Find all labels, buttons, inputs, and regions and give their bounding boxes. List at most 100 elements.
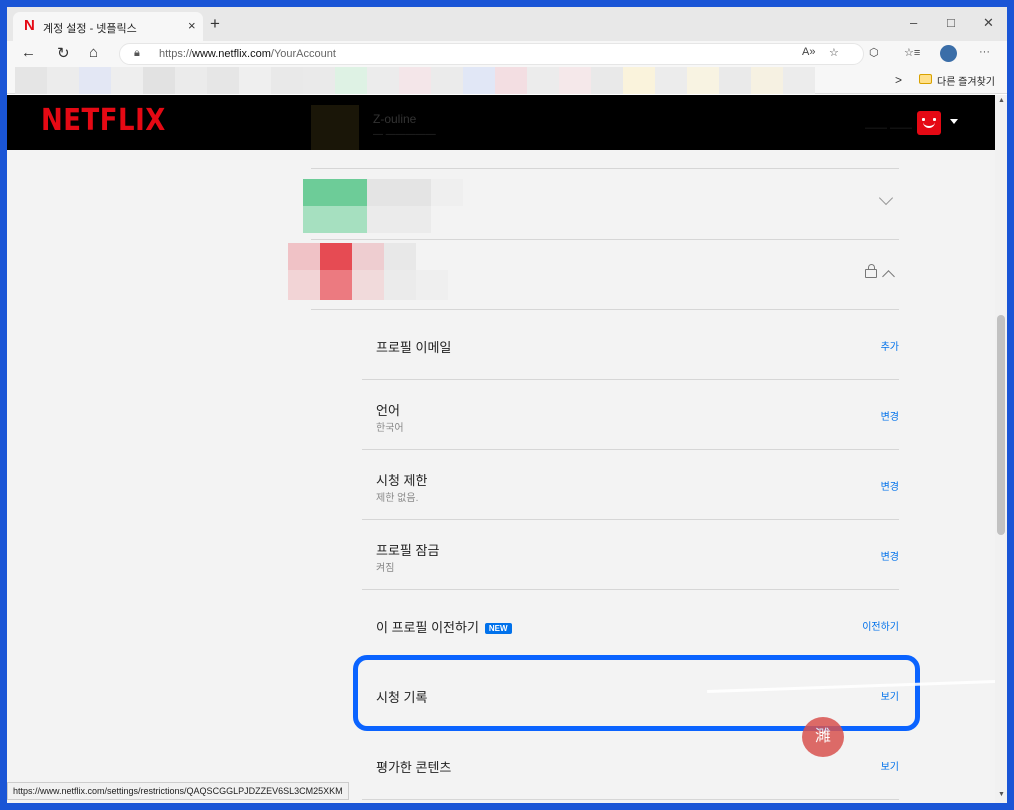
- blurred-profile-name: [416, 270, 448, 300]
- other-favorites-label[interactable]: 다른 즐겨찾기: [937, 73, 995, 88]
- lock-icon[interactable]: 🔒︎: [134, 47, 140, 60]
- bookmark-item[interactable]: [431, 67, 463, 94]
- bookmark-item[interactable]: [719, 67, 751, 94]
- url-path: /YourAccount: [270, 48, 336, 60]
- setting-title: 프로필 잠금: [376, 543, 440, 558]
- bookmark-item[interactable]: [655, 67, 687, 94]
- bookmark-item[interactable]: [207, 67, 239, 94]
- avatar-eye: [933, 118, 936, 121]
- blurred-profile-name: [367, 179, 431, 206]
- setting-title: 평가한 콘텐츠: [376, 760, 452, 775]
- setting-value: 켜짐: [376, 563, 395, 574]
- bookmarks-overflow-icon[interactable]: >: [895, 73, 902, 87]
- home-icon[interactable]: ⌂: [89, 44, 98, 61]
- setting-row-viewing-restrictions: 시청 제한 제한 없음. 변경: [362, 450, 899, 520]
- blurred-profile-name: [431, 179, 463, 206]
- watermark-stamp: 濉: [802, 717, 844, 757]
- scroll-up-icon[interactable]: ▲: [998, 97, 1005, 104]
- navigation-bar: ← ↻ ⌂ 🔒︎ https://www.netflix.com/YourAcc…: [7, 41, 1007, 67]
- folder-icon: [919, 74, 932, 84]
- bookmark-item[interactable]: [399, 67, 431, 94]
- scroll-thumb[interactable]: [997, 315, 1005, 535]
- bookmark-item[interactable]: [175, 67, 207, 94]
- scroll-down-icon[interactable]: ▼: [998, 791, 1005, 798]
- blurred-profile-name: [384, 270, 416, 300]
- setting-row-language: 언어 한국어 변경: [362, 380, 899, 450]
- bookmark-item[interactable]: [47, 67, 79, 94]
- netflix-logo[interactable]: NETFLIX: [41, 104, 166, 139]
- caret-down-icon[interactable]: [950, 119, 958, 124]
- view-ratings-link[interactable]: 보기: [881, 758, 899, 773]
- page-scrollbar[interactable]: ▲ ▼: [995, 95, 1007, 803]
- tab-netflix-account[interactable]: N 계정 설정 - 넷플릭스 ×: [13, 12, 203, 41]
- bookmark-item[interactable]: [239, 67, 271, 94]
- page-content: NETFLIX Z-ouline — ————— —— —— 프로필 이메일 추…: [7, 95, 995, 803]
- transfer-profile-link[interactable]: 이전하기: [862, 618, 899, 633]
- back-icon[interactable]: ←: [21, 44, 36, 61]
- add-email-link[interactable]: 추가: [881, 338, 899, 353]
- bookmark-item[interactable]: [335, 67, 367, 94]
- setting-value: 한국어: [376, 423, 404, 434]
- change-language-link[interactable]: 변경: [881, 408, 899, 423]
- blurred-profile-avatar: [288, 270, 320, 300]
- bookmark-item[interactable]: [367, 67, 399, 94]
- bookmark-item[interactable]: [591, 67, 623, 94]
- blurred-profile-name: [367, 206, 431, 233]
- avatar-smile: [923, 122, 935, 128]
- close-window-button[interactable]: ✕: [983, 15, 994, 31]
- bookmark-item[interactable]: [751, 67, 783, 94]
- read-aloud-icon[interactable]: A»: [802, 46, 815, 58]
- divider: [362, 799, 899, 800]
- bookmark-item[interactable]: [271, 67, 303, 94]
- chevron-up-icon[interactable]: [882, 270, 895, 283]
- blurred-profile-name: [384, 243, 416, 270]
- bookmark-item[interactable]: [111, 67, 143, 94]
- avatar[interactable]: [917, 111, 941, 135]
- bookmark-item[interactable]: [463, 67, 495, 94]
- extensions-icon[interactable]: ⬡: [869, 46, 879, 59]
- tab-close-icon[interactable]: ×: [188, 18, 196, 33]
- bookmarks-bar: > 다른 즐겨찾기: [7, 67, 1007, 94]
- bookmark-item[interactable]: [559, 67, 591, 94]
- profile-icon[interactable]: [940, 45, 957, 62]
- profile-subtitle: — —————: [373, 129, 436, 140]
- new-tab-button[interactable]: +: [210, 15, 220, 32]
- blurred-profile-avatar: [288, 243, 320, 270]
- bookmark-item[interactable]: [303, 67, 335, 94]
- bookmark-item[interactable]: [527, 67, 559, 94]
- url-domain: www.netflix.com: [192, 48, 271, 60]
- setting-title-text: 이 프로필 이전하기: [376, 620, 479, 635]
- blurred-profile-avatar: [320, 270, 352, 300]
- profile-name: Z-ouline: [373, 112, 417, 126]
- chevron-down-icon[interactable]: [878, 190, 894, 206]
- bookmark-item[interactable]: [687, 67, 719, 94]
- blurred-profile-avatar: [303, 179, 367, 206]
- favorites-list-icon[interactable]: ☆≡: [904, 46, 920, 59]
- setting-row-profile-transfer: 이 프로필 이전하기 NEW 이전하기: [362, 590, 899, 660]
- address-bar[interactable]: 🔒︎ https://www.netflix.com/YourAccount: [119, 43, 864, 65]
- new-badge: NEW: [484, 623, 512, 635]
- bookmark-item[interactable]: [783, 67, 815, 94]
- maximize-button[interactable]: □: [947, 15, 955, 30]
- bookmark-item[interactable]: [495, 67, 527, 94]
- minimize-button[interactable]: –: [910, 15, 917, 30]
- browser-window: N 계정 설정 - 넷플릭스 × + – □ ✕ ← ↻ ⌂ 🔒︎ https:…: [7, 7, 1007, 803]
- setting-row-profile-lock: 프로필 잠금 켜짐 변경: [362, 520, 899, 590]
- setting-value: 제한 없음.: [376, 493, 419, 504]
- blurred-profile-avatar: [303, 206, 367, 233]
- change-lock-link[interactable]: 변경: [881, 548, 899, 563]
- more-icon[interactable]: ···: [979, 46, 990, 58]
- header-link[interactable]: —— ——: [865, 122, 912, 134]
- url-text[interactable]: https://www.netflix.com/YourAccount: [159, 48, 336, 60]
- netflix-favicon-icon: N: [24, 17, 35, 34]
- bookmark-item[interactable]: [143, 67, 175, 94]
- favorite-icon[interactable]: ☆: [829, 46, 839, 59]
- setting-title: 프로필 이메일: [376, 340, 452, 355]
- change-restrictions-link[interactable]: 변경: [881, 478, 899, 493]
- bookmark-item[interactable]: [623, 67, 655, 94]
- bookmark-item[interactable]: [79, 67, 111, 94]
- avatar-eye: [922, 118, 925, 121]
- setting-title: 시청 제한: [376, 473, 428, 488]
- refresh-icon[interactable]: ↻: [57, 44, 70, 62]
- bookmark-item[interactable]: [15, 67, 47, 94]
